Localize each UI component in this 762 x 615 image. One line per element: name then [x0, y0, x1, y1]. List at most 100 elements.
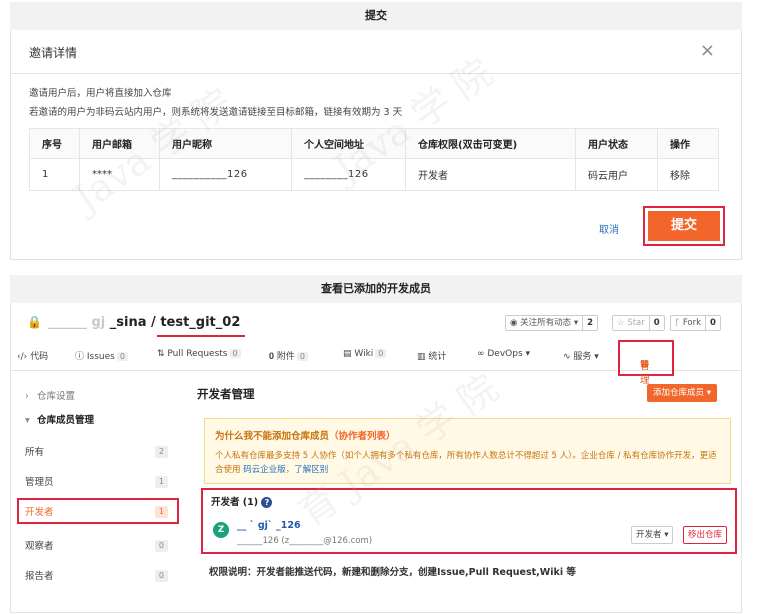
wiki-icon: ▤ — [343, 349, 355, 359]
tab-devops-label: DevOps ▾ — [487, 349, 531, 359]
warning-body: 个人私有仓库最多支持 5 人协作（如个人拥有多个私有仓库，所有协作人数总计不得超… — [215, 449, 720, 477]
pull-request-icon: ⇅ — [157, 349, 168, 359]
watch-button[interactable]: ◉ 关注所有动态 ▾ 2 — [505, 315, 599, 331]
tab-issues[interactable]: ⓘ Issues 0 — [75, 349, 128, 362]
remove-from-repo-button[interactable]: 移出仓库 — [683, 526, 728, 544]
eye-icon: ◉ — [510, 318, 521, 328]
repo-title: 🔒 ______ gj _sina / test_git_02 — [27, 315, 240, 330]
caret-right-icon: › — [25, 391, 29, 402]
tab-manage[interactable]: ▦ 管理 — [618, 340, 674, 386]
sidebar-item-settings[interactable]: › 仓库设置 — [19, 385, 174, 409]
tab-stats[interactable]: ▥ 统计 — [417, 349, 446, 362]
limit-warning: 为什么我不能添加仓库成员（协作者列表） 个人私有仓库最多支持 5 人协作（如个人… — [204, 418, 731, 484]
col-status: 用户状态 — [575, 128, 658, 159]
col-email: 用户邮箱 — [79, 128, 160, 159]
sidebar-all-count: 2 — [154, 446, 168, 458]
submit-button[interactable]: 提交 — [648, 211, 720, 241]
paperclip-icon: 𝟎 — [269, 352, 277, 362]
submit-highlight-box: 提交 — [643, 206, 725, 246]
col-permission: 仓库权限(双击可变更) — [405, 128, 576, 159]
dialog-title: 邀请详情 — [29, 46, 78, 60]
sidebar-members-label: 仓库成员管理 — [37, 415, 95, 426]
developer-list: 开发者 (1) ? Z __ ` gj` _126 ______126 (z__… — [201, 488, 737, 554]
star-icon: ☆ — [617, 318, 628, 328]
sidebar-reporter-count: 0 — [154, 570, 168, 582]
add-member-button[interactable]: 添加仓库成员 ▾ — [647, 384, 717, 402]
invite-note-2: 若邀请的用户为非码云站内用户，则系统将发送邀请链接至目标邮箱，链接有效期为 3 … — [29, 107, 403, 118]
tab-issues-count: 0 — [116, 352, 128, 361]
developer-count-title: 开发者 (1) ? — [211, 494, 273, 508]
sidebar-all-label: 所有 — [25, 447, 45, 458]
avatar: Z — [213, 522, 229, 538]
sidebar-item-reporter[interactable]: 报告者 0 — [19, 565, 174, 589]
table-header-row: 序号 用户邮箱 用户昵称 个人空间地址 仓库权限(双击可变更) 用户状态 操作 — [29, 128, 719, 159]
fork-count: 0 — [705, 316, 716, 330]
caret-down-icon: ▾ — [25, 415, 30, 426]
collaborator-list-link[interactable]: （协作者列表） — [329, 431, 396, 442]
repo-owner-blurred[interactable]: ______ gj — [48, 315, 110, 330]
col-space: 个人空间地址 — [291, 128, 406, 159]
developer-highlight-box — [17, 498, 179, 524]
enterprise-link[interactable]: 码云企业版 — [243, 465, 286, 475]
members-section-title: 查看已添加的开发成员 — [10, 275, 742, 303]
fork-label: Fork — [682, 318, 702, 328]
star-count: 0 — [648, 316, 660, 330]
sidebar-admin-count: 1 — [154, 476, 168, 488]
sidebar-item-observer[interactable]: 观察者 0 — [19, 535, 174, 559]
issue-icon: ⓘ — [75, 352, 87, 362]
remove-link[interactable]: 移除 — [657, 158, 719, 191]
cell-status: 码云用户 — [575, 158, 658, 191]
sidebar-item-admin[interactable]: 管理员 1 — [19, 471, 174, 495]
tab-wiki[interactable]: ▤ Wiki 0 — [343, 349, 387, 359]
star-button[interactable]: ☆ Star 0 — [612, 315, 665, 331]
code-icon: ‹/› — [17, 352, 31, 362]
tab-attach-count: 0 — [296, 352, 308, 361]
developer-name[interactable]: __ ` gj` _126 — [237, 520, 301, 531]
tab-code[interactable]: ‹/› 代码 — [17, 349, 48, 362]
role-select[interactable]: 开发者 ▾ — [631, 526, 674, 544]
close-icon[interactable]: × — [700, 42, 715, 60]
star-label: Star — [627, 318, 645, 328]
help-icon[interactable]: ? — [261, 497, 273, 508]
invite-note-1: 邀请用户后，用户将直接加入仓库 — [29, 88, 172, 99]
repo-name-underline — [157, 335, 245, 337]
tab-code-label: 代码 — [30, 352, 49, 362]
cancel-link[interactable]: 取消 — [599, 221, 619, 236]
repo-owner-suffix[interactable]: _sina / — [110, 315, 161, 330]
invite-detail-dialog: 邀请详情 × 邀请用户后，用户将直接加入仓库 若邀请的用户为非码云站内用户，则系… — [10, 30, 742, 260]
col-index: 序号 — [29, 128, 80, 159]
submit-section-title: 提交 — [10, 2, 742, 30]
cell-nickname[interactable]: __________126 — [159, 158, 292, 191]
sidebar-observer-count: 0 — [154, 540, 168, 552]
cell-permission[interactable]: 开发者 — [405, 158, 576, 191]
chart-icon: ▥ — [417, 352, 429, 362]
sidebar-item-all[interactable]: 所有 2 — [19, 441, 174, 465]
tab-pull-requests[interactable]: ⇅ Pull Requests 0 — [157, 349, 241, 359]
sidebar-admin-label: 管理员 — [25, 477, 54, 488]
invite-table: 序号 用户邮箱 用户昵称 个人空间地址 仓库权限(双击可变更) 用户状态 操作 … — [29, 128, 719, 191]
tab-pr-label: Pull Requests — [167, 349, 228, 359]
tab-attachments[interactable]: 𝟎 附件 0 — [269, 349, 308, 362]
tab-devops[interactable]: ∞ DevOps ▾ — [477, 349, 530, 359]
warning-title-text: 为什么我不能添加仓库成员 — [215, 431, 330, 442]
tab-service[interactable]: ∿ 服务 ▾ — [563, 349, 599, 362]
developer-count-text: 开发者 (1) — [211, 497, 259, 508]
repo-page: 🔒 ______ gj _sina / test_git_02 ◉ 关注所有动态 … — [10, 303, 742, 613]
page-title: 开发者管理 — [197, 387, 255, 401]
tab-wiki-label: Wiki — [354, 349, 374, 359]
sidebar-observer-label: 观察者 — [25, 541, 54, 552]
watch-count: 2 — [582, 316, 593, 330]
sidebar-item-members[interactable]: ▾ 仓库成员管理 — [19, 409, 174, 433]
fork-button[interactable]: ᚴ Fork 0 — [670, 315, 721, 331]
col-nickname: 用户昵称 — [159, 128, 292, 159]
infinity-icon: ∞ — [477, 349, 488, 359]
tab-issues-label: Issues — [86, 352, 115, 362]
dialog-header: 邀请详情 × — [11, 30, 741, 74]
pulse-icon: ∿ — [563, 352, 574, 362]
tab-stats-label: 统计 — [428, 352, 447, 362]
tab-wiki-count: 0 — [375, 349, 387, 358]
repo-name[interactable]: test_git_02 — [160, 315, 240, 330]
sidebar-settings-label: 仓库设置 — [37, 391, 76, 402]
fork-icon: ᚴ — [675, 318, 683, 328]
compare-link[interactable]: 了解区别 — [294, 465, 328, 475]
